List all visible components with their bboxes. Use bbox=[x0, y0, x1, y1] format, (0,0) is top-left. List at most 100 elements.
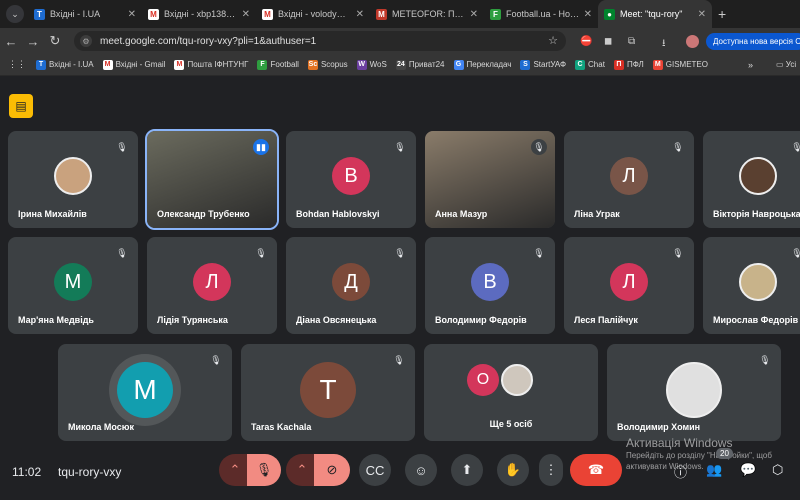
browser-tab[interactable]: M Вхідні - xbp1381@ ✕ bbox=[142, 0, 256, 28]
bookmark-favicon-icon: M bbox=[102, 59, 113, 70]
participant-tile[interactable]: ▮▮ Олександр Трубенко bbox=[145, 129, 279, 230]
participant-tile[interactable]: M 🎙 Мар'яна Медвідь bbox=[8, 237, 138, 334]
tab-title: METEOFOR: Погод bbox=[392, 9, 466, 19]
participant-name: Taras Kachala bbox=[251, 422, 312, 432]
bookmark-item[interactable]: M GISMETEO bbox=[652, 59, 708, 70]
bookmark-star-icon[interactable]: ☆ bbox=[548, 34, 558, 47]
site-info-icon[interactable]: ⚙ bbox=[80, 35, 92, 47]
new-tab-icon[interactable]: + bbox=[718, 6, 726, 22]
emoji-reactions-button[interactable]: ☺ bbox=[405, 454, 437, 486]
meet-stage: ▤ 🎙 Ірина Михайлів ▮▮ Олександр Трубенко B 🎙 B… bbox=[0, 77, 800, 500]
mic-muted-icon: 🎙 bbox=[789, 139, 800, 155]
participant-tile[interactable]: Л 🎙 Ліна Уграк bbox=[564, 131, 694, 228]
bookmark-item[interactable]: Sc Scopus bbox=[307, 59, 348, 70]
participant-tile[interactable]: 🎙 Мирослав Федорів bbox=[703, 237, 800, 334]
bookmark-label: Пошта ІФНТУНГ bbox=[187, 60, 249, 69]
participant-tile[interactable]: B 🎙 Bohdan Hablovskyi bbox=[286, 131, 416, 228]
participant-tile[interactable]: T 🎙 Taras Kachala bbox=[241, 344, 415, 441]
leave-call-button[interactable]: ☎ bbox=[570, 454, 622, 486]
profile-avatar[interactable] bbox=[686, 35, 699, 48]
participant-photo-avatar bbox=[739, 263, 777, 301]
captions-button[interactable]: CC bbox=[359, 454, 391, 486]
other-bookmarks-folder[interactable]: ▭ Усі bbox=[776, 60, 796, 69]
camera-toggle-button[interactable]: ⊘ bbox=[314, 454, 350, 486]
bookmark-favicon-icon: 24 bbox=[395, 59, 406, 70]
bookmark-item[interactable]: S StartУАФ bbox=[520, 59, 566, 70]
microphone-toggle-button[interactable]: 🎙 bbox=[247, 454, 281, 486]
participant-tile[interactable]: O Ще 5 осіб bbox=[424, 344, 598, 441]
bookmark-item[interactable]: C Chat bbox=[575, 59, 605, 70]
reload-icon[interactable]: ↻ bbox=[44, 33, 66, 49]
participant-tile[interactable]: 🎙 Вікторія Навроцька bbox=[703, 131, 800, 228]
tab-close-icon[interactable]: ✕ bbox=[242, 9, 250, 20]
address-bar[interactable]: ⚙ meet.google.com/tqu-rory-vxy?pli=1&aut… bbox=[74, 31, 566, 51]
update-chrome-button[interactable]: Доступна нова версія Chrome bbox=[706, 33, 800, 50]
meeting-clock: 11:02 bbox=[12, 465, 42, 479]
bookmark-item[interactable]: W WoS bbox=[356, 59, 387, 70]
participant-avatar: M bbox=[54, 263, 92, 301]
present-screen-button[interactable]: ⬆ bbox=[451, 454, 483, 486]
apps-grid-icon[interactable]: ⋮⋮ bbox=[8, 59, 26, 70]
tab-close-icon[interactable]: ✕ bbox=[584, 9, 592, 20]
download-icon[interactable]: ⭳ bbox=[662, 36, 666, 53]
extensions-puzzle-icon[interactable]: ⧉ bbox=[628, 36, 635, 47]
back-icon[interactable]: ← bbox=[0, 34, 22, 49]
extension-icon[interactable]: ◼ bbox=[604, 36, 612, 47]
bookmark-item[interactable]: F Football bbox=[257, 59, 299, 70]
participant-name: Мар'яна Медвідь bbox=[18, 315, 94, 325]
mic-off-icon: 🎙 bbox=[255, 462, 273, 477]
bookmark-item[interactable]: G Перекладач bbox=[453, 59, 511, 70]
tab-search-icon[interactable]: ⌄ bbox=[6, 5, 24, 23]
browser-tab[interactable]: T Вхідні - I.UA ✕ bbox=[28, 0, 142, 28]
mic-muted-icon: 🎙 bbox=[757, 352, 773, 368]
mic-muted-icon: 🎙 bbox=[531, 139, 547, 155]
participant-tile[interactable]: 🎙 Ірина Михайлів bbox=[8, 131, 138, 228]
bookmark-favicon-icon: C bbox=[575, 59, 586, 70]
forward-icon[interactable]: → bbox=[22, 34, 44, 49]
info-icon[interactable]: ⓘ bbox=[674, 462, 687, 481]
tab-favicon-icon: ● bbox=[604, 8, 615, 20]
browser-tab[interactable]: ● Meet: "tqu-rory" ✕ bbox=[598, 0, 712, 28]
participant-tile[interactable]: Л 🎙 Леся Палійчук bbox=[564, 237, 694, 334]
bookmark-item[interactable]: T Вхідні - I.UA bbox=[36, 59, 94, 70]
browser-tab[interactable]: M Вхідні - volodymyr ✕ bbox=[256, 0, 370, 28]
participant-avatar: O bbox=[467, 364, 499, 396]
participant-tile[interactable]: Д 🎙 Діана Овсянецька bbox=[286, 237, 416, 334]
bookmark-label: ПФЛ bbox=[626, 60, 644, 69]
people-icon[interactable]: 👥 bbox=[706, 462, 722, 478]
participant-name: Леся Палійчук bbox=[574, 315, 638, 325]
mic-muted-icon: 🎙 bbox=[789, 245, 800, 261]
bookmark-item[interactable]: 24 Приват24 bbox=[395, 59, 445, 70]
chevron-up-icon: ⌃ bbox=[296, 462, 308, 477]
bookmark-item[interactable]: M Пошта ІФНТУНГ bbox=[174, 59, 249, 70]
participant-tile[interactable]: M 🎙 Микола Мосюк bbox=[58, 344, 232, 441]
participant-name: Микола Мосюк bbox=[68, 422, 134, 432]
emoji-icon: ☺ bbox=[414, 462, 428, 478]
tab-close-icon[interactable]: ✕ bbox=[128, 9, 136, 20]
tab-close-icon[interactable]: ✕ bbox=[356, 9, 364, 20]
mic-muted-icon: 🎙 bbox=[391, 352, 407, 368]
more-options-button[interactable]: ⋮ bbox=[539, 454, 563, 486]
bookmark-item[interactable]: M Вхідні - Gmail bbox=[102, 59, 166, 70]
more-bookmarks-icon[interactable]: » bbox=[748, 60, 753, 70]
adblock-icon[interactable]: ⛔ bbox=[580, 36, 592, 47]
participant-tile[interactable]: 🎙 Анна Мазур bbox=[425, 131, 555, 228]
chat-icon[interactable]: 💬 bbox=[740, 462, 756, 478]
participant-name: Мирослав Федорів bbox=[713, 315, 799, 325]
participant-tile[interactable]: 🎙 Володимир Хомин bbox=[607, 344, 781, 441]
tab-close-icon[interactable]: ✕ bbox=[698, 9, 706, 20]
presentation-icon[interactable]: ▤ bbox=[9, 94, 33, 118]
participant-tile[interactable]: Л 🎙 Лідія Турянська bbox=[147, 237, 277, 334]
browser-tab[interactable]: F Football.ua - Нови ✕ bbox=[484, 0, 598, 28]
mic-muted-icon: 🎙 bbox=[208, 352, 224, 368]
raise-hand-button[interactable]: ✋ bbox=[497, 454, 529, 486]
participant-avatar: B bbox=[332, 157, 370, 195]
participant-tile[interactable]: B 🎙 Володимир Федорів bbox=[425, 237, 555, 334]
tab-close-icon[interactable]: ✕ bbox=[470, 9, 478, 20]
bookmark-label: Вхідні - Gmail bbox=[115, 60, 166, 69]
bookmark-item[interactable]: П ПФЛ bbox=[613, 59, 644, 70]
activities-icon[interactable]: ⬡ bbox=[772, 462, 783, 478]
participant-photo-avatar bbox=[739, 157, 777, 195]
browser-tab[interactable]: M METEOFOR: Погод ✕ bbox=[370, 0, 484, 28]
bookmark-label: Вхідні - I.UA bbox=[49, 60, 94, 69]
